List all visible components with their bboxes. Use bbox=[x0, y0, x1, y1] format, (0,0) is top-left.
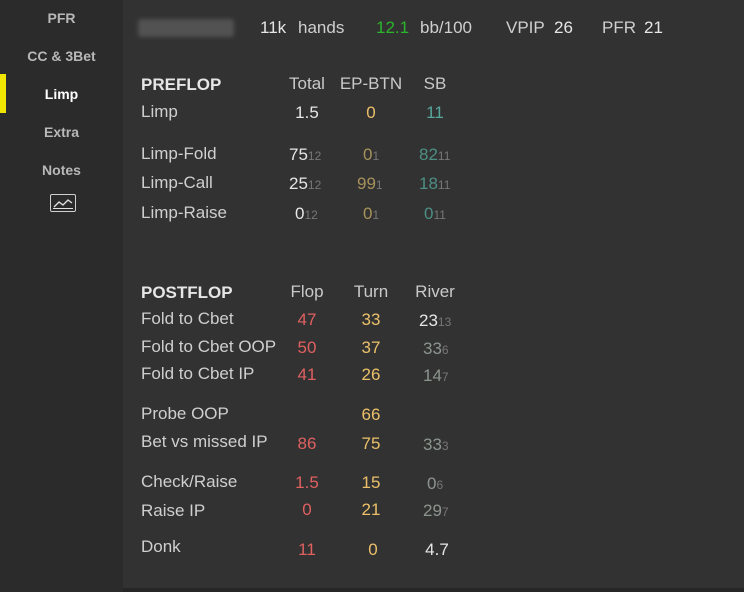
stat-cell[interactable]: 297 bbox=[423, 501, 449, 522]
stat-value[interactable]: 41 bbox=[298, 365, 317, 385]
row-label-bet-vs-missed-ip: Bet vs missed IP bbox=[141, 432, 268, 451]
stat-cell[interactable]: 012 bbox=[295, 204, 318, 225]
preflop-title: PREFLOP bbox=[141, 75, 222, 94]
stat-value: 25 bbox=[289, 174, 308, 193]
sample-size: 6 bbox=[436, 478, 444, 492]
sample-size: 12 bbox=[307, 149, 322, 163]
row-label-limp-raise: Limp-Raise bbox=[141, 203, 227, 222]
stat-value[interactable]: 21 bbox=[362, 500, 381, 520]
stat-value[interactable]: 50 bbox=[298, 338, 317, 358]
sidebar-item-pfr[interactable]: PFR bbox=[0, 10, 123, 26]
sample-size: 11 bbox=[437, 178, 451, 192]
stat-value[interactable]: 11 bbox=[298, 540, 316, 560]
stat-value[interactable]: 75 bbox=[362, 434, 381, 454]
stat-value[interactable]: 0 bbox=[368, 540, 377, 560]
stat-cell[interactable]: 7512 bbox=[289, 145, 321, 166]
stat-value: 33 bbox=[423, 435, 442, 454]
row-label-limp-call: Limp-Call bbox=[141, 173, 213, 192]
row-label-limp-fold: Limp-Fold bbox=[141, 144, 217, 163]
stat-value[interactable]: 26 bbox=[362, 365, 381, 385]
stat-value: 18 bbox=[419, 174, 438, 193]
sample-size: 13 bbox=[437, 315, 452, 329]
row-label-raise-ip: Raise IP bbox=[141, 501, 206, 520]
bottom-edge bbox=[123, 588, 744, 592]
sample-size: 3 bbox=[441, 439, 449, 453]
stat-value: 75 bbox=[289, 145, 308, 164]
stat-cell[interactable]: 8211 bbox=[419, 145, 450, 166]
stat-value: 14 bbox=[423, 366, 442, 385]
sample-size: 11 bbox=[437, 149, 451, 163]
postflop-title: POSTFLOP bbox=[141, 283, 233, 302]
stat-value: 29 bbox=[423, 501, 442, 520]
col-flop: Flop bbox=[290, 282, 324, 301]
sample-size: 6 bbox=[441, 343, 449, 357]
player-name-blurred bbox=[138, 19, 234, 37]
stat-value[interactable]: 47 bbox=[298, 310, 317, 330]
col-river: River bbox=[415, 282, 455, 301]
row-label-fold-to-cbet-oop: Fold to Cbet OOP bbox=[141, 337, 277, 356]
col-ep-btn: EP-BTN bbox=[339, 74, 403, 93]
row-label-fold-to-cbet: Fold to Cbet bbox=[141, 309, 234, 328]
row-label-donk: Donk bbox=[141, 537, 181, 556]
stat-value[interactable]: 33 bbox=[362, 310, 381, 330]
stat-value[interactable]: 66 bbox=[362, 405, 381, 425]
line-chart-icon bbox=[53, 199, 73, 209]
row-label-probe-oop: Probe OOP bbox=[141, 404, 229, 423]
bb100-label: bb/100 bbox=[420, 18, 472, 37]
stat-cell[interactable]: 01 bbox=[363, 145, 379, 166]
stat-cell[interactable]: 147 bbox=[423, 366, 449, 387]
sample-size: 1 bbox=[375, 178, 383, 192]
col-turn: Turn bbox=[353, 282, 389, 301]
stat-value[interactable]: 0 bbox=[302, 500, 311, 520]
sidebar-item-notes[interactable]: Notes bbox=[0, 162, 123, 178]
stat-value[interactable]: 11 bbox=[426, 103, 444, 123]
hands-label: hands bbox=[298, 18, 345, 37]
stat-cell[interactable]: 2313 bbox=[419, 311, 451, 332]
sample-size: 1 bbox=[372, 149, 380, 163]
stat-value[interactable]: 37 bbox=[362, 338, 381, 358]
stat-value[interactable]: 86 bbox=[298, 434, 317, 454]
stat-value: 23 bbox=[419, 311, 438, 330]
sidebar-item-limp[interactable]: Limp bbox=[0, 86, 123, 102]
sample-size: 12 bbox=[304, 208, 318, 222]
sample-size: 7 bbox=[441, 505, 449, 519]
stat-cell[interactable]: 2512 bbox=[289, 174, 321, 195]
sidebar-item-cc-3bet[interactable]: CC & 3Bet bbox=[0, 48, 123, 64]
stat-value[interactable]: 15 bbox=[362, 473, 381, 493]
sidebar: PFR CC & 3Bet Limp Extra Notes bbox=[0, 0, 123, 592]
col-total: Total bbox=[289, 74, 325, 93]
stat-cell[interactable]: 06 bbox=[427, 474, 443, 495]
stat-value: 99 bbox=[357, 174, 376, 193]
stats-panel: 11k hands 12.1 bb/100 VPIP 26 PFR 21 PRE… bbox=[123, 0, 744, 592]
stat-value[interactable]: 4.7 bbox=[425, 540, 449, 560]
stat-cell[interactable]: 011 bbox=[424, 204, 446, 225]
bb100-value: 12.1 bbox=[376, 18, 410, 37]
vpip-value: 26 bbox=[554, 18, 573, 37]
stat-value[interactable]: 1.5 bbox=[295, 103, 319, 123]
row-label-check-raise: Check/Raise bbox=[141, 472, 238, 491]
col-sb: SB bbox=[423, 74, 447, 93]
sample-size: 11 bbox=[433, 208, 446, 222]
row-label-limp: Limp bbox=[141, 102, 178, 121]
row-label-fold-to-cbet-ip: Fold to Cbet IP bbox=[141, 364, 255, 383]
sample-size: 7 bbox=[441, 370, 449, 384]
stat-cell[interactable]: 991 bbox=[357, 174, 383, 195]
stat-cell[interactable]: 336 bbox=[423, 339, 449, 360]
sample-size: 1 bbox=[372, 208, 380, 222]
pfr-value: 21 bbox=[644, 18, 663, 37]
stat-value: 33 bbox=[423, 339, 442, 358]
stat-cell[interactable]: 1811 bbox=[419, 174, 450, 195]
stat-value: 82 bbox=[419, 145, 438, 164]
stat-cell[interactable]: 01 bbox=[363, 204, 379, 225]
sidebar-item-extra[interactable]: Extra bbox=[0, 124, 123, 140]
pfr-label: PFR bbox=[602, 18, 636, 37]
stat-cell[interactable]: 333 bbox=[423, 435, 449, 456]
stat-value[interactable]: 0 bbox=[366, 103, 375, 123]
sample-size: 12 bbox=[307, 178, 322, 192]
hands-value: 11k bbox=[260, 18, 287, 37]
chart-button[interactable] bbox=[50, 194, 76, 212]
vpip-label: VPIP bbox=[506, 18, 545, 37]
stat-value[interactable]: 1.5 bbox=[295, 473, 319, 493]
